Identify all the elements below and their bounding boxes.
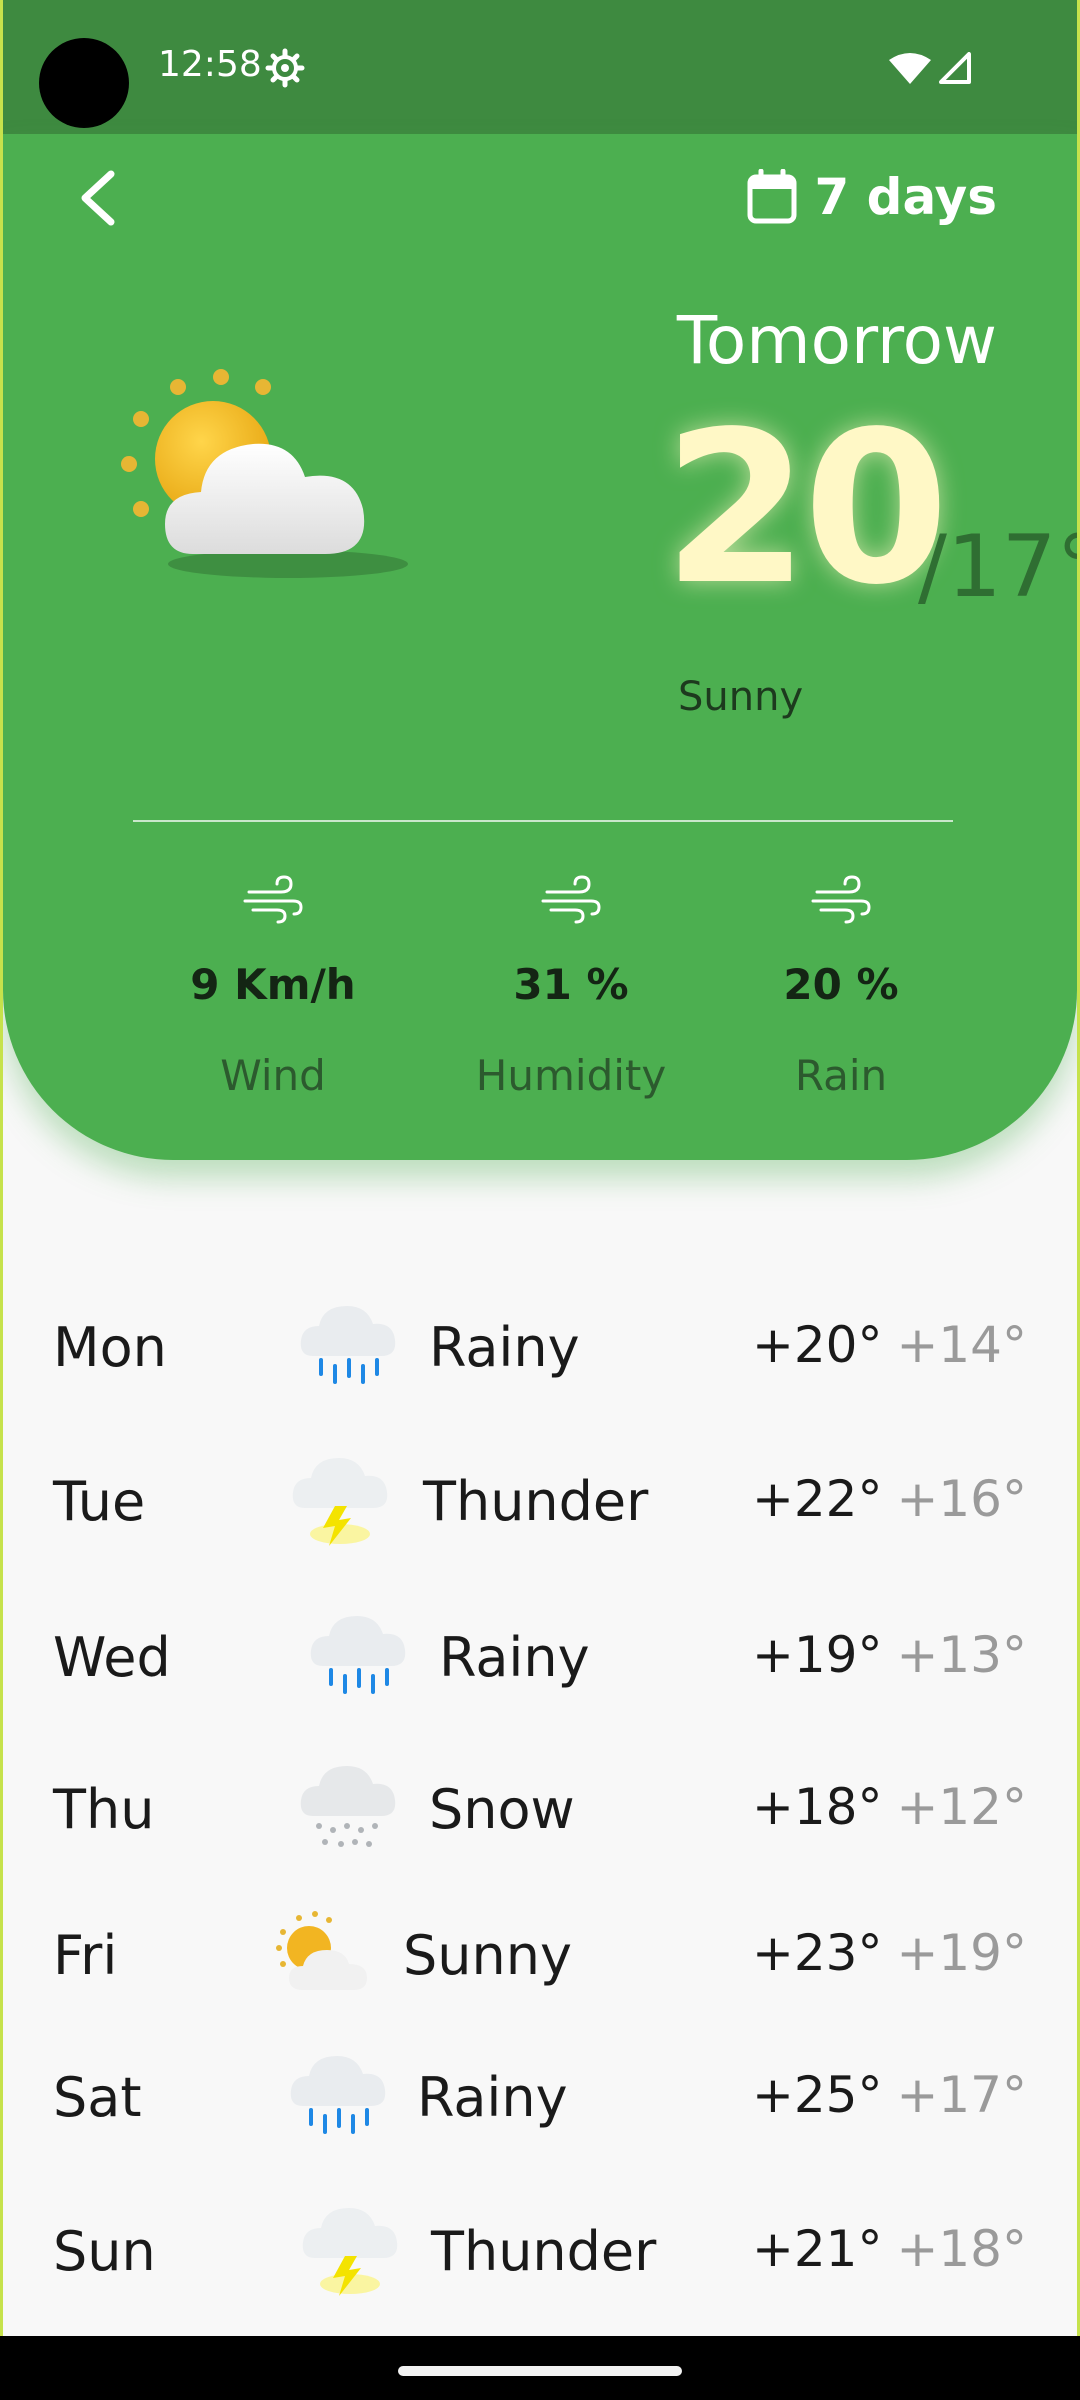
forecast-temps: +18° +12° — [752, 1778, 1027, 1836]
forecast-day: Thu — [53, 1778, 155, 1841]
forecast-high: +23° — [751, 1924, 883, 1982]
wind-icon — [541, 875, 601, 924]
rain-stat: 20 % Rain — [721, 874, 961, 1100]
rain-icon — [290, 2056, 386, 2134]
camera-cutout — [39, 38, 129, 128]
forecast-day: Tue — [53, 1470, 146, 1533]
status-time: 12:58 — [158, 44, 262, 85]
home-gesture-pill[interactable] — [398, 2366, 682, 2376]
forecast-temps: +23° +19° — [752, 1924, 1027, 1982]
wind-icon — [243, 875, 303, 924]
forecast-high: +21° — [751, 2220, 883, 2278]
signal-icon — [939, 52, 971, 84]
wind-icon — [811, 875, 871, 924]
forecast-high: +19° — [751, 1626, 883, 1684]
rain-label: Rain — [794, 1051, 888, 1100]
forecast-temps: +19° +13° — [752, 1626, 1027, 1684]
thunder-icon — [292, 1458, 388, 1546]
forecast-row[interactable]: Thu Snow +18° +12° — [3, 1748, 1077, 1868]
forecast-low: +18° — [896, 2220, 1027, 2278]
forecast-condition: Thunder — [423, 1470, 649, 1533]
calendar-icon — [747, 169, 797, 224]
snow-icon — [300, 1766, 396, 1847]
seven-days-label: 7 days — [814, 168, 997, 226]
humidity-label: Humidity — [475, 1051, 667, 1100]
forecast-temps: +25° +17° — [752, 2066, 1027, 2124]
forecast-row[interactable]: Sat Rainy +25° +17° — [3, 2036, 1077, 2156]
forecast-low: +17° — [896, 2066, 1027, 2124]
current-high-temp: 20 — [663, 386, 949, 631]
wind-stat: 9 Km/h Wind — [153, 874, 393, 1100]
rain-value: 20 % — [783, 960, 899, 1009]
forecast-condition: Thunder — [431, 2220, 657, 2283]
forecast-temps: +21° +18° — [752, 2220, 1027, 2278]
partly-cloudy-icon — [121, 369, 408, 578]
forecast-row[interactable]: Wed Rainy +19° +13° — [3, 1596, 1077, 1716]
humidity-stat: 31 % Humidity — [451, 874, 691, 1100]
forecast-day: Sun — [53, 2220, 156, 2283]
rain-icon — [300, 1306, 396, 1384]
status-bar: 12:58 — [3, 0, 1077, 134]
settings-gear-icon — [265, 48, 305, 88]
app-screen: 12:58 7 days Tomorrow 20 /17 Sunny 9 Km/… — [3, 0, 1077, 2336]
forecast-high: +22° — [751, 1470, 883, 1528]
forecast-day: Wed — [53, 1626, 171, 1689]
forecast-day-title: Tomorrow — [676, 302, 997, 379]
forecast-condition: Rainy — [417, 2066, 568, 2129]
back-arrow-icon[interactable] — [71, 166, 127, 230]
forecast-condition: Rainy — [429, 1316, 580, 1379]
wifi-icon — [889, 53, 931, 84]
forecast-high: +25° — [751, 2066, 883, 2124]
forecast-low: +16° — [896, 1470, 1027, 1528]
forecast-low: +19° — [896, 1924, 1027, 1982]
forecast-temps: +20° +14° — [752, 1316, 1027, 1374]
forecast-temps: +22° +16° — [752, 1470, 1027, 1528]
thunder-icon — [302, 2208, 398, 2296]
forecast-condition: Rainy — [439, 1626, 590, 1689]
forecast-condition: Snow — [429, 1778, 575, 1841]
forecast-row[interactable]: Sun Thunder +21° +18° — [3, 2190, 1077, 2310]
current-condition: Sunny — [678, 674, 804, 720]
forecast-high: +18° — [751, 1778, 883, 1836]
forecast-low: +12° — [896, 1778, 1027, 1836]
today-weather-card: 7 days Tomorrow 20 /17° Sunny — [3, 134, 1077, 1160]
current-low-temp: /17° — [918, 517, 1077, 617]
forecast-day: Fri — [53, 1924, 118, 1987]
forecast-row[interactable]: Mon Rainy +20° +14° — [3, 1286, 1077, 1406]
humidity-value: 31 % — [513, 960, 629, 1009]
forecast-high: +20° — [751, 1316, 883, 1374]
forecast-row[interactable]: Fri Sunny +23° +19° — [3, 1894, 1077, 2014]
rain-icon — [310, 1616, 406, 1694]
forecast-condition: Sunny — [403, 1924, 572, 1987]
seven-days-button[interactable]: 7 days — [746, 162, 997, 232]
forecast-low: +14° — [896, 1316, 1027, 1374]
forecast-day: Sat — [53, 2066, 142, 2129]
forecast-day: Mon — [53, 1316, 167, 1379]
wind-label: Wind — [220, 1051, 326, 1100]
divider — [133, 820, 953, 822]
forecast-low: +13° — [896, 1626, 1027, 1684]
wind-value: 9 Km/h — [190, 960, 356, 1009]
forecast-row[interactable]: Tue Thunder +22° +16° — [3, 1440, 1077, 1560]
partly-cloudy-icon — [276, 1911, 367, 1990]
